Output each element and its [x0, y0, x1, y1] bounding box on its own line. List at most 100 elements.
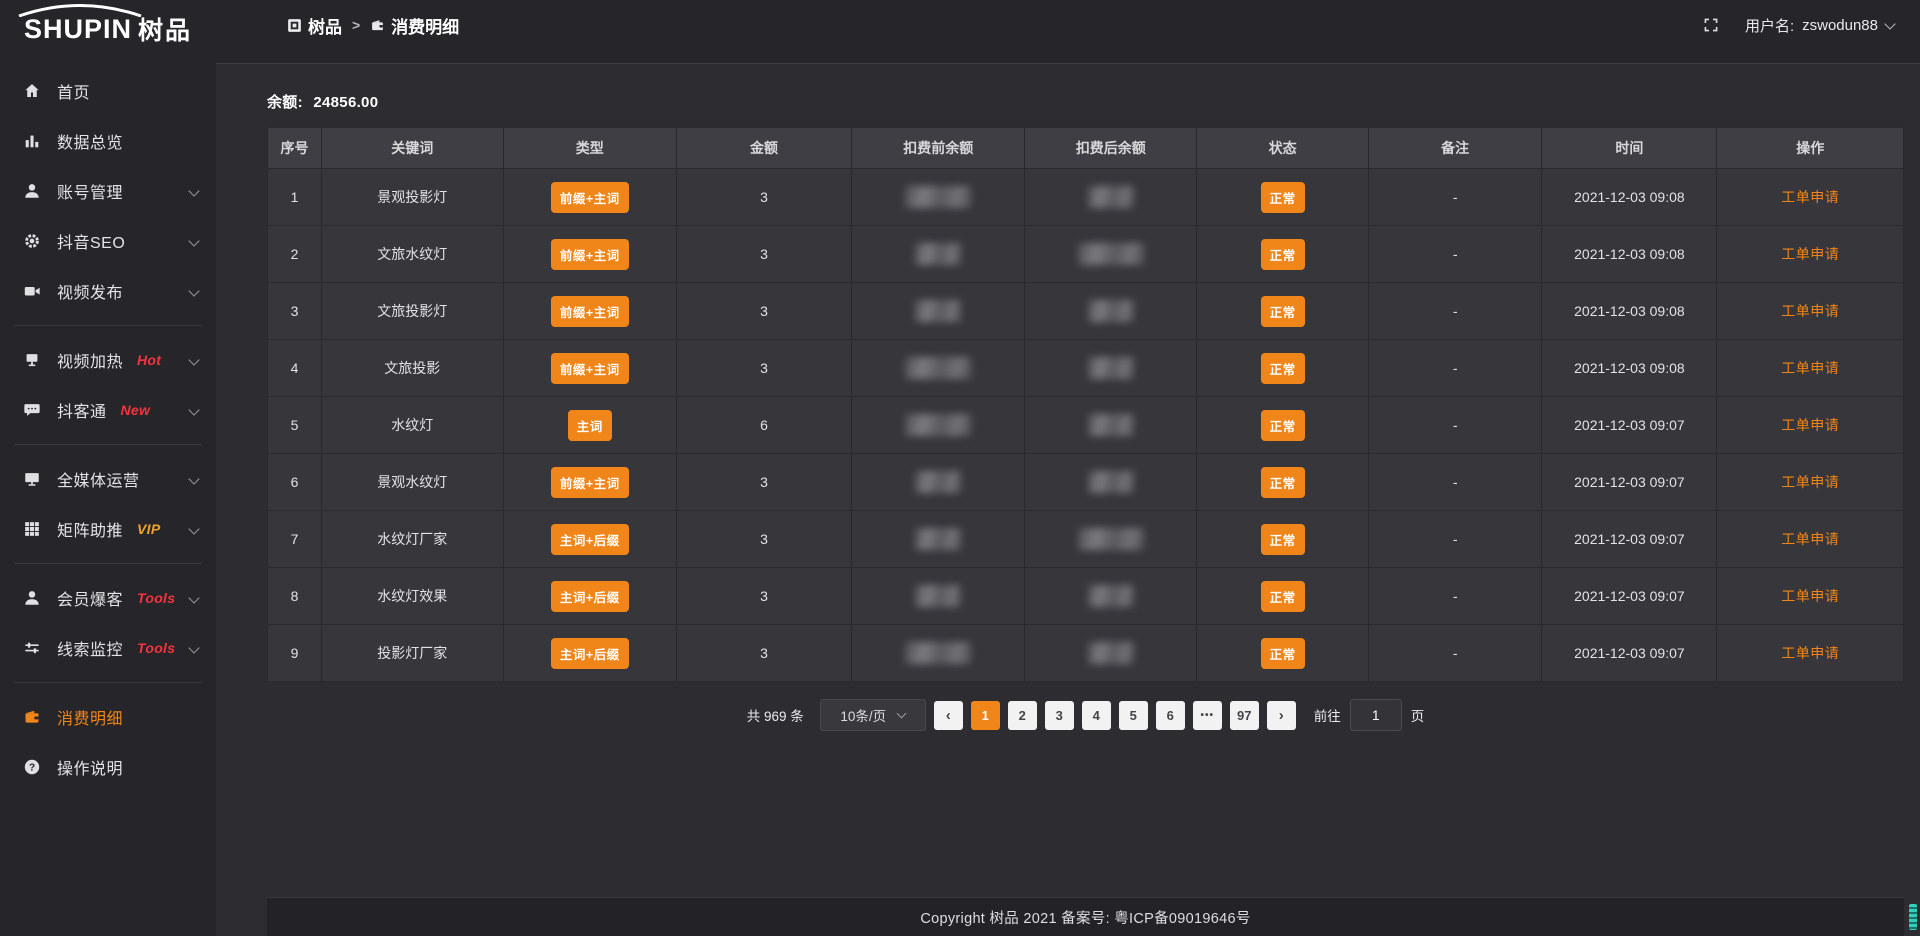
chevron-down-icon	[190, 282, 198, 300]
ticket-request-link[interactable]: 工单申请	[1781, 531, 1839, 547]
table-header-row: 序号 关键词 类型 金额 扣费前余额 扣费后余额 状态 备注 时间 操作	[268, 128, 1904, 169]
redacted-value	[1088, 357, 1134, 379]
sidebar-item-member-baoke[interactable]: 会员爆客 Tools	[0, 573, 216, 623]
more-pages-button[interactable]: •••	[1193, 701, 1222, 730]
ticket-request-link[interactable]: 工单申请	[1781, 303, 1839, 319]
goto-unit: 页	[1411, 705, 1425, 725]
cell-balance-before	[852, 283, 1025, 340]
status-badge: 正常	[1261, 353, 1305, 384]
cell-keyword: 文旅水纹灯	[321, 226, 503, 283]
sidebar-item-label: 视频发布	[57, 279, 123, 303]
ticket-request-link[interactable]: 工单申请	[1781, 246, 1839, 262]
next-page-button[interactable]: ›	[1267, 701, 1296, 730]
prev-page-button[interactable]: ‹	[934, 701, 963, 730]
page-button-5[interactable]: 5	[1119, 701, 1148, 730]
consumption-table: 序号 关键词 类型 金额 扣费前余额 扣费后余额 状态 备注 时间 操作 1 景…	[267, 127, 1904, 682]
sidebar-item-video-publish[interactable]: 视频发布	[0, 266, 216, 316]
cell-balance-before	[852, 511, 1025, 568]
ticket-request-link[interactable]: 工单申请	[1781, 360, 1839, 376]
pagination: 共 969 条 10条/页 ‹ 1 2 3 4 5 6 ••• 97 › 前往 …	[267, 699, 1904, 731]
sidebar-item-lead-monitor[interactable]: 线索监控 Tools	[0, 623, 216, 673]
main-area: 树品 > 消费明细 用户名: zswodun88 余额: 2	[216, 0, 1920, 936]
cell-balance-before	[852, 568, 1025, 625]
cell-status: 正常	[1197, 568, 1369, 625]
cell-time: 2021-12-03 09:07	[1542, 397, 1717, 454]
sidebar-item-video-heat[interactable]: 视频加热 Hot	[0, 335, 216, 385]
col-time: 时间	[1542, 128, 1717, 169]
chevron-down-icon	[190, 520, 198, 538]
breadcrumb-current-label: 消费明细	[391, 13, 459, 38]
wallet-icon	[22, 708, 42, 726]
cell-keyword: 水纹灯	[321, 397, 503, 454]
sidebar-item-data-overview[interactable]: 数据总览	[0, 116, 216, 166]
cell-type: 前缀+主词	[503, 340, 676, 397]
sidebar: SHUPIN 树品 首页 数据总览 账号管理 抖音SEO	[0, 0, 216, 936]
cell-amount: 3	[676, 340, 851, 397]
redacted-value	[905, 642, 971, 664]
cell-type: 主词+后缀	[503, 625, 676, 682]
page-button-4[interactable]: 4	[1082, 701, 1111, 730]
content: 余额: 24856.00 序号 关键词 类型 金额 扣费前余额 扣费后余额 状态…	[216, 64, 1920, 936]
vip-badge: VIP	[137, 521, 160, 537]
cell-balance-after	[1025, 511, 1197, 568]
ticket-request-link[interactable]: 工单申请	[1781, 189, 1839, 205]
page-button-97[interactable]: 97	[1230, 701, 1259, 730]
page-size-select[interactable]: 10条/页	[820, 699, 926, 731]
cell-balance-after	[1025, 226, 1197, 283]
cell-time: 2021-12-03 09:07	[1542, 511, 1717, 568]
breadcrumb-current: 消费明细	[370, 13, 459, 38]
cell-time: 2021-12-03 09:07	[1542, 625, 1717, 682]
cell-balance-after	[1025, 625, 1197, 682]
cell-index: 2	[268, 226, 322, 283]
user-dropdown[interactable]: 用户名: zswodun88	[1745, 15, 1894, 36]
chat-bubble-icon	[22, 401, 42, 419]
sidebar-item-omni-media[interactable]: 全媒体运营	[0, 454, 216, 504]
app-logo: SHUPIN 树品	[0, 0, 216, 58]
sidebar-item-douketong[interactable]: 抖客通 New	[0, 385, 216, 435]
logo-arc	[16, 4, 144, 17]
status-badge: 正常	[1261, 524, 1305, 555]
scrollbar-thumb[interactable]	[1909, 904, 1917, 930]
fullscreen-icon[interactable]	[1703, 17, 1719, 33]
ticket-request-link[interactable]: 工单申请	[1781, 645, 1839, 661]
sidebar-item-account-management[interactable]: 账号管理	[0, 166, 216, 216]
page-button-6[interactable]: 6	[1156, 701, 1185, 730]
cell-type: 前缀+主词	[503, 454, 676, 511]
breadcrumb-separator: >	[352, 17, 360, 33]
page-button-1[interactable]: 1	[971, 701, 1000, 730]
cell-amount: 3	[676, 568, 851, 625]
cell-status: 正常	[1197, 454, 1369, 511]
table-row: 1 景观投影灯 前缀+主词 3 正常 - 2021-12-03 09:08 工单…	[268, 169, 1904, 226]
cell-type: 主词+后缀	[503, 568, 676, 625]
sidebar-item-consumption-detail[interactable]: 消费明细	[0, 692, 216, 742]
cell-type: 前缀+主词	[503, 169, 676, 226]
chevron-down-icon	[190, 232, 198, 250]
cell-status: 正常	[1197, 226, 1369, 283]
goto-label: 前往	[1314, 705, 1341, 725]
cell-balance-before	[852, 340, 1025, 397]
sidebar-item-home[interactable]: 首页	[0, 66, 216, 116]
cell-status: 正常	[1197, 340, 1369, 397]
ticket-request-link[interactable]: 工单申请	[1781, 588, 1839, 604]
cell-keyword: 投影灯厂家	[321, 625, 503, 682]
ticket-request-link[interactable]: 工单申请	[1781, 417, 1839, 433]
svg-text:?: ?	[29, 763, 35, 774]
cell-remark: -	[1368, 283, 1541, 340]
page-button-2[interactable]: 2	[1008, 701, 1037, 730]
sidebar-item-douyin-seo[interactable]: 抖音SEO	[0, 216, 216, 266]
breadcrumb-root[interactable]: 树品	[287, 13, 342, 38]
goto-page-input[interactable]	[1350, 699, 1402, 731]
table-row: 7 水纹灯厂家 主词+后缀 3 正常 - 2021-12-03 09:07 工单…	[268, 511, 1904, 568]
col-action: 操作	[1717, 128, 1904, 169]
sidebar-item-matrix-boost[interactable]: 矩阵助推 VIP	[0, 504, 216, 554]
redacted-value	[1088, 186, 1134, 208]
cell-amount: 3	[676, 283, 851, 340]
cell-remark: -	[1368, 226, 1541, 283]
page-button-3[interactable]: 3	[1045, 701, 1074, 730]
new-badge: New	[121, 402, 151, 418]
ticket-request-link[interactable]: 工单申请	[1781, 474, 1839, 490]
bar-chart-icon	[22, 132, 42, 150]
cell-balance-after	[1025, 169, 1197, 226]
sidebar-item-instructions[interactable]: ? 操作说明	[0, 742, 216, 792]
page-size-value: 10条/页	[840, 705, 886, 725]
